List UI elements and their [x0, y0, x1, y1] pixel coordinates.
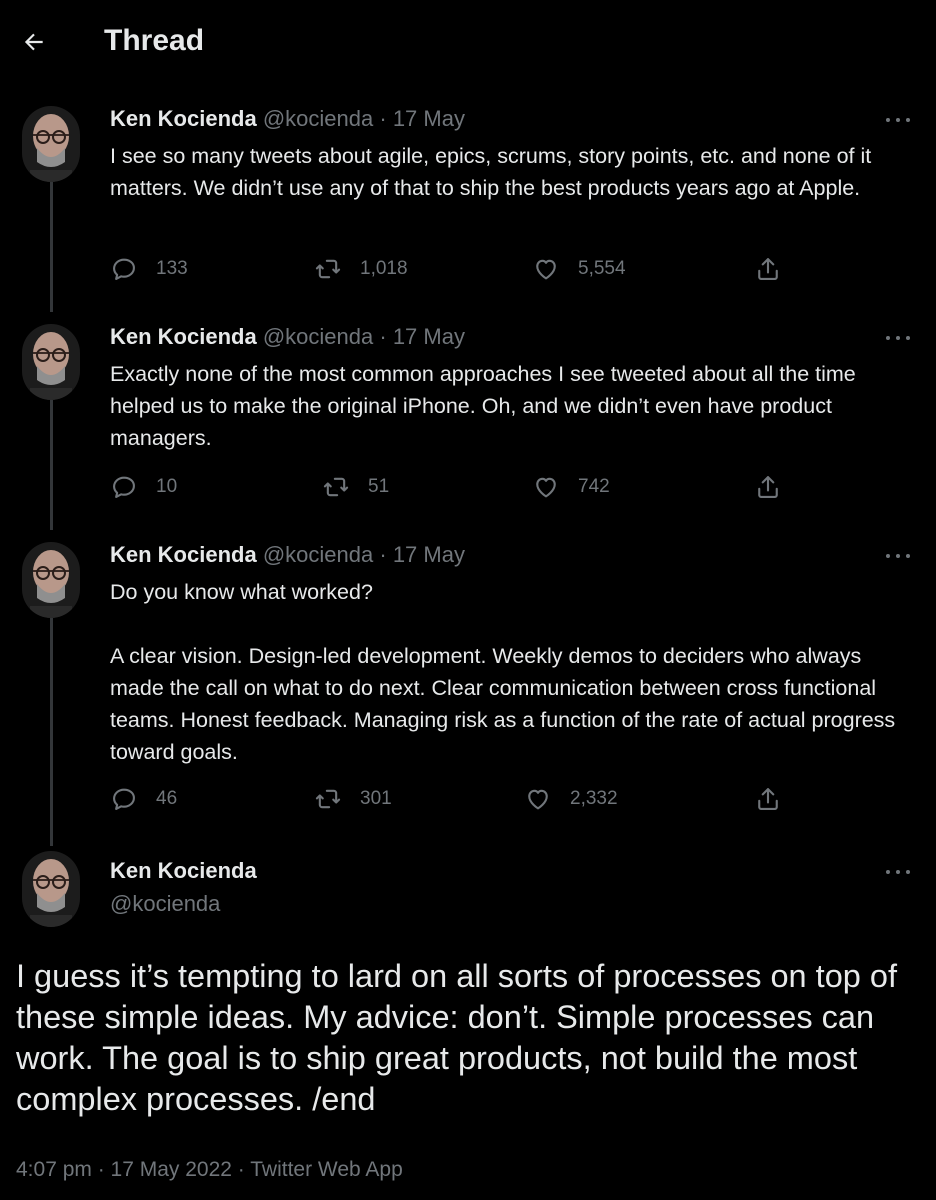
retweet-count: 301 — [360, 788, 392, 809]
thread-header: Thread — [0, 0, 936, 86]
avatar[interactable] — [22, 851, 80, 927]
more-button[interactable] — [886, 330, 910, 346]
tweet-text: Exactly none of the most common approach… — [110, 358, 910, 454]
tweet-actions: 46 301 2,332 — [110, 783, 810, 815]
more-icon — [886, 118, 890, 122]
more-button[interactable] — [886, 112, 910, 128]
tweet-metadata[interactable]: 4:07 pm · 17 May 2022 · Twitter Web App — [16, 1158, 403, 1182]
reply-count: 46 — [156, 788, 178, 809]
reply-icon — [113, 258, 135, 280]
retweet-button[interactable]: 1,018 — [314, 253, 408, 285]
thread-tweet[interactable]: Ken Kocienda @kocienda · 17 May I see so… — [0, 106, 936, 306]
more-icon — [886, 554, 890, 558]
like-button[interactable]: 2,332 — [524, 783, 618, 815]
reply-icon — [113, 476, 135, 498]
tweet-text: Do you know what worked? A clear vision.… — [110, 576, 910, 768]
more-button[interactable] — [886, 864, 910, 880]
tweet-header: Ken Kocienda @kocienda · 17 May — [110, 106, 465, 132]
share-icon — [758, 476, 778, 498]
avatar[interactable] — [22, 106, 80, 182]
like-button[interactable]: 742 — [532, 471, 610, 503]
like-button[interactable]: 5,554 — [532, 253, 626, 285]
like-count: 5,554 — [578, 258, 626, 279]
like-count: 742 — [578, 476, 610, 497]
author-name[interactable]: Ken Kocienda — [110, 106, 257, 131]
retweet-button[interactable]: 51 — [322, 471, 389, 503]
arrow-left-icon — [24, 33, 43, 51]
tweet-actions: 133 1,018 5,554 — [110, 253, 810, 285]
back-button[interactable] — [14, 22, 54, 62]
page-title: Thread — [104, 24, 205, 57]
retweet-icon — [315, 259, 341, 279]
tweet-text: I see so many tweets about agile, epics,… — [110, 140, 910, 204]
tweet-paragraph: Do you know what worked? — [110, 580, 373, 604]
reply-button[interactable]: 133 — [110, 253, 188, 285]
author-name[interactable]: Ken Kocienda — [110, 542, 257, 567]
share-icon — [758, 788, 778, 810]
retweet-count: 1,018 — [360, 258, 408, 279]
separator-dot: · — [379, 324, 387, 349]
author-handle[interactable]: @kocienda — [110, 891, 220, 917]
thread-tweet[interactable]: Ken Kocienda @kocienda · 17 May Do you k… — [0, 542, 936, 832]
tweet-date[interactable]: 17 May — [393, 106, 465, 131]
tweet-paragraph: Exactly none of the most common approach… — [110, 362, 856, 450]
heart-icon — [536, 477, 556, 498]
tweet-header: Ken Kocienda @kocienda · 17 May — [110, 324, 465, 350]
avatar[interactable] — [22, 542, 80, 618]
retweet-icon — [315, 789, 341, 809]
share-button[interactable] — [754, 471, 800, 503]
share-button[interactable] — [754, 253, 800, 285]
avatar[interactable] — [22, 324, 80, 400]
tweet-date[interactable]: 17 May — [393, 324, 465, 349]
retweet-button[interactable]: 301 — [314, 783, 392, 815]
more-button[interactable] — [886, 548, 910, 564]
tweet-paragraph: I see so many tweets about agile, epics,… — [110, 144, 872, 200]
share-icon — [758, 258, 778, 280]
separator-dot: · — [379, 542, 387, 567]
separator-dot: · — [379, 106, 387, 131]
main-tweet-text: I guess it’s tempting to lard on all sor… — [16, 958, 897, 1117]
tweet-date[interactable]: 17 May — [393, 542, 465, 567]
author-handle[interactable]: @kocienda — [263, 542, 373, 567]
more-icon — [886, 870, 890, 874]
thread-tweet[interactable]: Ken Kocienda @kocienda · 17 May Exactly … — [0, 324, 936, 524]
reply-icon — [113, 788, 135, 810]
author-name[interactable]: Ken Kocienda — [110, 858, 257, 884]
reply-button[interactable]: 46 — [110, 783, 177, 815]
share-button[interactable] — [754, 783, 800, 815]
author-name[interactable]: Ken Kocienda — [110, 324, 257, 349]
tweet-actions: 10 51 742 — [110, 471, 810, 503]
tweet-paragraph: A clear vision. Design-led development. … — [110, 644, 896, 764]
reply-button[interactable]: 10 — [110, 471, 177, 503]
tweet-header: Ken Kocienda @kocienda · 17 May — [110, 542, 465, 568]
retweet-count: 51 — [368, 476, 390, 497]
heart-icon — [536, 259, 556, 280]
heart-icon — [528, 789, 548, 810]
more-icon — [886, 336, 890, 340]
author-handle[interactable]: @kocienda — [263, 324, 373, 349]
author-handle[interactable]: @kocienda — [263, 106, 373, 131]
reply-count: 10 — [156, 476, 178, 497]
retweet-icon — [323, 477, 349, 497]
like-count: 2,332 — [570, 788, 618, 809]
reply-count: 133 — [156, 258, 188, 279]
